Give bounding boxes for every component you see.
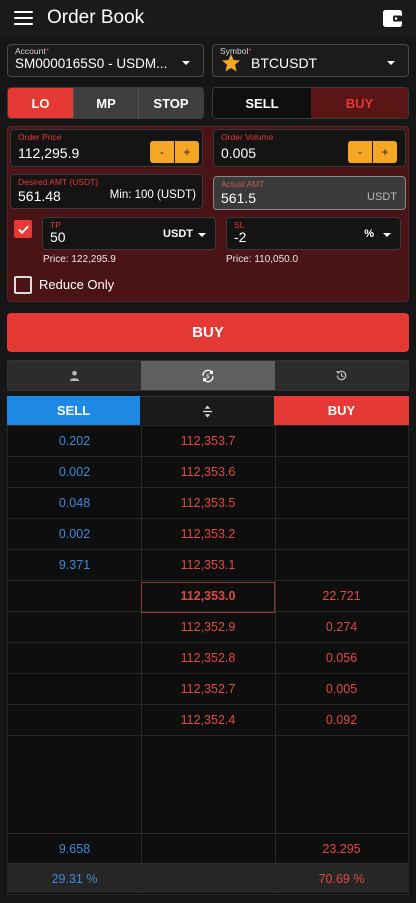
desired-amount-value[interactable]: 561.48 xyxy=(18,188,61,204)
submit-buy-button[interactable]: BUY xyxy=(7,313,409,352)
actual-amount-value: 561.5 xyxy=(221,190,257,206)
desired-amount-field[interactable]: Desired AMT (USDT) 561.48 Min: 100 (USDT… xyxy=(10,174,203,209)
chevron-down-icon xyxy=(198,233,206,237)
table-row[interactable]: 112,352.7 0.005 xyxy=(8,674,408,705)
side-sell[interactable]: SELL xyxy=(213,88,311,118)
order-volume-field[interactable]: Order Volume 0.005 - + xyxy=(213,129,406,167)
chevron-down-icon xyxy=(387,61,395,65)
top-bar: Order Book xyxy=(0,0,416,38)
star-icon[interactable] xyxy=(221,53,241,73)
svg-text:$: $ xyxy=(206,374,209,380)
side-buy[interactable]: BUY xyxy=(311,88,408,118)
reduce-only-checkbox[interactable] xyxy=(14,276,32,294)
book-view-tabs: $ xyxy=(7,360,409,391)
table-row[interactable]: 0.202 112,353.7 xyxy=(8,426,408,457)
chevron-down-icon xyxy=(182,61,190,65)
chevron-down-icon xyxy=(383,233,391,237)
sl-price-label: Price: 110,050.0 xyxy=(226,254,299,265)
account-value: SM0000165S0 - USDM... xyxy=(15,56,168,71)
table-row[interactable]: 112,352.4 0.092 xyxy=(8,705,408,736)
reduce-only-label: Reduce Only xyxy=(39,277,115,292)
total-buy: 23.295 xyxy=(322,842,361,856)
side-selector: SELL BUY xyxy=(212,87,409,119)
tab-history[interactable] xyxy=(274,361,408,390)
order-volume-decrement-button[interactable]: - xyxy=(348,141,372,163)
desired-amount-min: Min: 100 (USDT) xyxy=(109,189,196,201)
symbol-value: BTCUSDT xyxy=(251,55,318,71)
book-header-sell[interactable]: SELL xyxy=(7,396,140,425)
order-type-selector: LO MP STOP xyxy=(7,87,204,119)
tp-field[interactable]: TP 50 USDT xyxy=(42,217,216,250)
user-icon xyxy=(70,370,80,381)
table-row[interactable]: 112,352.8 0.056 xyxy=(8,643,408,674)
order-book-header: SELL BUY xyxy=(7,396,409,425)
order-book-table: 0.202 112,353.7 0.002 112,353.6 0.048 112,3… xyxy=(7,425,409,895)
order-price-decrement-button[interactable]: - xyxy=(150,141,174,163)
actual-amount-field: Actual AMT 561.5 USDT xyxy=(213,176,406,210)
hamburger-menu-icon[interactable] xyxy=(14,11,33,26)
order-volume-increment-button[interactable]: + xyxy=(373,141,397,163)
table-row[interactable]: 9.371 112,353.1 xyxy=(8,550,408,581)
table-row[interactable]: 0.002 112,353.2 xyxy=(8,519,408,550)
sl-field[interactable]: SL -2 % xyxy=(226,217,401,250)
checkmark-icon xyxy=(17,225,29,234)
tp-value[interactable]: 50 xyxy=(50,229,66,245)
percent-row: 29.31 % 70.69 % xyxy=(8,863,408,893)
actual-amount-label: Actual AMT xyxy=(221,179,265,189)
order-price-field[interactable]: Order Price 112,295.9 - + xyxy=(10,129,203,167)
order-price-increment-button[interactable]: + xyxy=(175,141,199,163)
book-header-buy[interactable]: BUY xyxy=(274,396,409,425)
divide-icon xyxy=(202,405,212,417)
sl-value[interactable]: -2 xyxy=(234,229,246,245)
tp-unit-select[interactable]: USDT xyxy=(163,228,193,240)
current-price-highlight xyxy=(141,582,275,613)
symbol-select[interactable]: Symbol* BTCUSDT xyxy=(212,44,409,77)
order-price-label: Order Price xyxy=(18,132,62,142)
table-row[interactable]: 0.048 112,353.5 xyxy=(8,488,408,519)
percent-sell: 29.31 % xyxy=(51,872,98,886)
order-price-value[interactable]: 112,295.9 xyxy=(18,145,79,161)
tp-price-label: Price: 122,295.9 xyxy=(43,254,116,265)
percent-buy: 70.69 % xyxy=(318,872,365,886)
order-form-panel: Order Price 112,295.9 - + Order Volume 0… xyxy=(7,126,409,302)
actual-amount-unit: USDT xyxy=(367,191,397,203)
sync-icon: $ xyxy=(202,369,214,382)
order-type-lo[interactable]: LO xyxy=(8,88,73,118)
tp-checkbox[interactable] xyxy=(14,220,32,238)
order-volume-label: Order Volume xyxy=(221,132,274,142)
order-type-stop[interactable]: STOP xyxy=(138,88,203,118)
account-select[interactable]: Account* SM0000165S0 - USDM... xyxy=(7,44,204,77)
order-type-mp[interactable]: MP xyxy=(73,88,138,118)
wallet-icon[interactable] xyxy=(383,10,402,27)
order-volume-value[interactable]: 0.005 xyxy=(221,145,256,161)
desired-amount-label: Desired AMT (USDT) xyxy=(18,177,99,187)
history-icon xyxy=(335,370,347,381)
account-label: Account* xyxy=(15,46,50,56)
page-title: Order Book xyxy=(47,7,145,28)
tab-my-orders[interactable] xyxy=(8,361,142,390)
total-sell: 9.658 xyxy=(58,842,91,856)
totals-row: 9.658 23.295 xyxy=(8,833,408,863)
table-row[interactable]: 112,352.9 0.274 xyxy=(8,612,408,643)
table-row[interactable]: 0.002 112,353.6 xyxy=(8,457,408,488)
tab-order-book[interactable]: $ xyxy=(141,361,275,390)
sl-unit-select[interactable]: % xyxy=(364,228,374,240)
spread-toggle[interactable] xyxy=(140,396,274,425)
